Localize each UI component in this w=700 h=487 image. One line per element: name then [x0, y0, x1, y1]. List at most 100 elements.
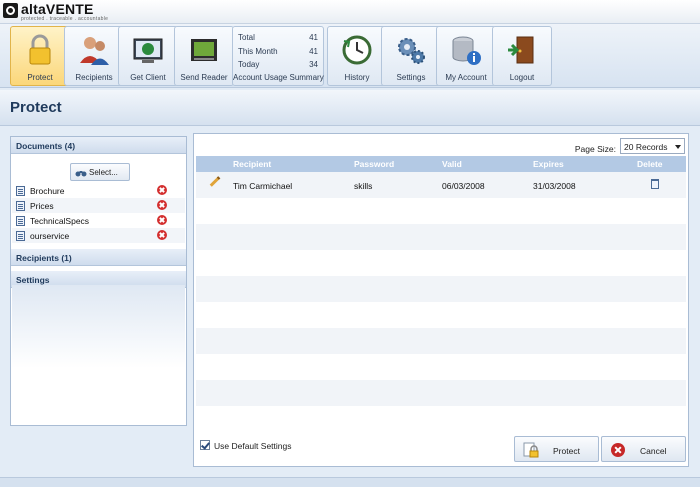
- binoculars-icon: [75, 171, 87, 177]
- delete-row-icon[interactable]: [651, 179, 659, 189]
- top-banner: altaVENTE protected . traceable . accoun…: [0, 0, 700, 24]
- brand-logo: altaVENTE protected . traceable . accoun…: [3, 1, 113, 22]
- column-header-password[interactable]: Password: [354, 159, 394, 169]
- page-footer: [0, 477, 700, 487]
- left-panel: Documents (4) Select... Brochure Prices …: [10, 136, 187, 426]
- column-header-recipient[interactable]: Recipient: [233, 159, 271, 169]
- database-info-icon: [452, 36, 481, 65]
- door-exit-icon: [508, 36, 534, 64]
- summary-row-name: Total: [238, 33, 255, 42]
- document-icon: [16, 216, 25, 226]
- grid-header: Recipient Password Valid Expires Delete: [196, 156, 686, 172]
- summary-label: Account Usage Summary: [233, 73, 324, 82]
- toolbar-settings-button[interactable]: Settings: [381, 26, 441, 86]
- table-row[interactable]: Tim Carmichael skills 06/03/2008 31/03/2…: [196, 172, 686, 198]
- document-icon: [16, 231, 25, 241]
- summary-row-this-month: This Month 41: [238, 47, 318, 59]
- select-documents-button[interactable]: Select...: [70, 163, 130, 181]
- summary-row-total: Total 41: [238, 33, 318, 45]
- toolbar-label: Logout: [509, 73, 535, 82]
- table-row-empty: [196, 354, 686, 380]
- edit-pencil-icon[interactable]: [209, 176, 221, 187]
- cancel-button-label: Cancel: [640, 446, 667, 456]
- cell-expires: 31/03/2008: [533, 181, 576, 191]
- table-row-empty: [196, 198, 686, 224]
- toolbar-my-account-button[interactable]: My Account: [436, 26, 496, 86]
- document-item[interactable]: Brochure: [12, 183, 185, 198]
- summary-row-name: This Month: [238, 47, 278, 56]
- logo-mark-icon: [3, 3, 18, 18]
- column-header-valid[interactable]: Valid: [442, 159, 462, 169]
- column-header-delete: Delete: [637, 159, 663, 169]
- toolbar-label: History: [344, 73, 370, 82]
- settings-section-body: [12, 285, 185, 424]
- remove-document-icon[interactable]: [157, 185, 167, 195]
- toolbar-label: My Account: [445, 73, 487, 82]
- toolbar-label: Send Reader: [180, 73, 228, 82]
- document-item[interactable]: ourservice: [12, 228, 185, 243]
- toolbar-send-reader-button[interactable]: Send Reader: [174, 26, 234, 86]
- select-button-label: Select...: [89, 168, 118, 177]
- table-row-empty: [196, 224, 686, 250]
- chevron-down-icon: [675, 145, 681, 149]
- summary-row-value: 41: [309, 33, 318, 42]
- account-usage-summary[interactable]: Total 41 This Month 41 Today 34 Account …: [232, 26, 324, 86]
- table-row-empty: [196, 250, 686, 276]
- brand-name: altaVENTE: [21, 1, 94, 17]
- protect-button-label: Protect: [553, 446, 580, 456]
- padlock-icon: [523, 442, 539, 458]
- cell-recipient: Tim Carmichael: [233, 181, 293, 191]
- cancel-icon: [611, 443, 625, 457]
- brand-tagline: protected . traceable . accountable: [21, 16, 109, 22]
- recipients-grid-panel: Page Size: 20 Records Recipient Password…: [193, 133, 689, 467]
- people-icon: [80, 37, 109, 65]
- remove-document-icon[interactable]: [157, 230, 167, 240]
- document-name: TechnicalSpecs: [30, 216, 90, 226]
- gears-icon: [398, 38, 425, 64]
- summary-row-name: Today: [238, 60, 260, 69]
- summary-row-value: 41: [309, 47, 318, 56]
- clock-history-icon: [342, 35, 372, 65]
- page-title: Protect: [10, 99, 62, 116]
- toolbar-history-button[interactable]: History: [327, 26, 387, 86]
- document-icon: [16, 186, 25, 196]
- recipients-section-header[interactable]: Recipients (1): [11, 249, 186, 266]
- documents-section-header[interactable]: Documents (4): [11, 137, 186, 154]
- summary-row-value: 34: [309, 60, 318, 69]
- document-item[interactable]: Prices: [12, 198, 185, 213]
- toolbar-get-client-button[interactable]: Get Client: [118, 26, 178, 86]
- toolbar-recipients-button[interactable]: Recipients: [64, 26, 124, 86]
- table-row-empty: [196, 406, 686, 432]
- document-name: Brochure: [30, 186, 65, 196]
- toolbar-label: Recipients: [75, 73, 113, 82]
- main-toolbar: Protect Recipients Get Client Send Reade…: [0, 24, 700, 88]
- monitor-globe-icon: [133, 38, 163, 63]
- document-name: ourservice: [30, 231, 70, 241]
- page-title-band: Protect: [0, 90, 700, 126]
- page-size-label: Page Size:: [574, 144, 616, 154]
- cell-password: skills: [354, 181, 373, 191]
- page-size-value: 20 Records: [624, 142, 668, 152]
- summary-row-today: Today 34: [238, 60, 318, 72]
- table-row-empty: [196, 328, 686, 354]
- remove-document-icon[interactable]: [157, 215, 167, 225]
- toolbar-protect-button[interactable]: Protect: [10, 26, 70, 86]
- table-row-empty: [196, 302, 686, 328]
- toolbar-label: Get Client: [130, 73, 166, 82]
- page-size-select[interactable]: 20 Records: [620, 138, 685, 154]
- toolbar-label: Settings: [396, 73, 426, 82]
- toolbar-logout-button[interactable]: Logout: [492, 26, 552, 86]
- use-default-settings-checkbox[interactable]: [200, 440, 210, 450]
- table-row-empty: [196, 276, 686, 302]
- cell-valid: 06/03/2008: [442, 181, 485, 191]
- cancel-button[interactable]: Cancel: [601, 436, 686, 462]
- table-row-empty: [196, 380, 686, 406]
- document-item[interactable]: TechnicalSpecs: [12, 213, 185, 228]
- document-icon: [16, 201, 25, 211]
- protect-button[interactable]: Protect: [514, 436, 599, 462]
- toolbar-label: Protect: [27, 73, 53, 82]
- remove-document-icon[interactable]: [157, 200, 167, 210]
- column-header-expires[interactable]: Expires: [533, 159, 564, 169]
- document-name: Prices: [30, 201, 54, 211]
- reader-icon: [191, 39, 217, 61]
